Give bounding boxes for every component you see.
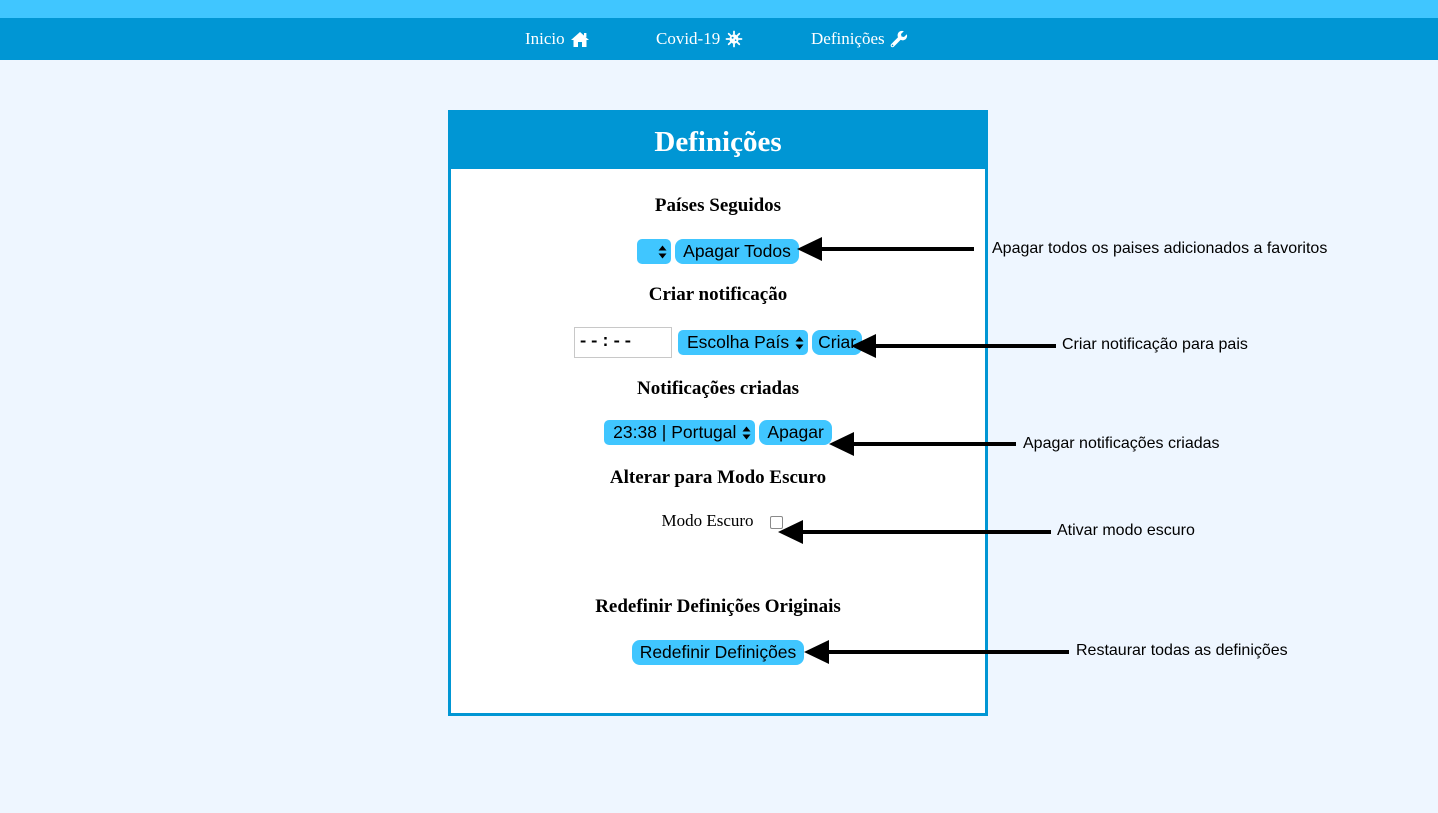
- country-select-value: Escolha País: [686, 332, 790, 352]
- nav-item-covid[interactable]: Covid-19: [656, 18, 743, 60]
- nav-item-label: Inicio: [525, 29, 565, 48]
- home-icon: [570, 31, 589, 47]
- select-arrows-icon: [657, 245, 667, 259]
- reset-title: Redefinir Definições Originais: [595, 596, 841, 617]
- navbar: Inicio Covid-19 Definições: [0, 18, 1438, 60]
- annotation-reset: Restaurar todas as definições: [1076, 642, 1288, 659]
- annotation-delete-all: Apagar todos os paises adicionados a fav…: [992, 240, 1328, 257]
- top-strip: [0, 0, 1438, 18]
- nav-item-label: Definições: [811, 29, 885, 48]
- settings-card: Definições Países Seguidos Apagar Todos …: [448, 110, 988, 716]
- delete-notification-button[interactable]: Apagar: [759, 420, 832, 445]
- nav-item-inicio[interactable]: Inicio: [525, 18, 590, 60]
- notifications-select-value: 23:38 | Portugal: [613, 422, 737, 442]
- annotation-dark-mode: Ativar modo escuro: [1057, 522, 1195, 539]
- wrench-icon: [890, 30, 907, 48]
- arrow-icon: [778, 520, 1051, 544]
- nav-item-label: Covid-19: [656, 29, 721, 48]
- arrow-icon: [829, 432, 1016, 456]
- nav-item-definicoes[interactable]: Definições: [811, 18, 908, 60]
- create-notification-title: Criar notificação: [648, 284, 788, 305]
- select-arrows-icon: [794, 336, 804, 350]
- notifications-select[interactable]: 23:38 | Portugal: [604, 420, 756, 445]
- time-input[interactable]: --:--: [573, 327, 672, 358]
- dark-mode-label: Modo Escuro: [661, 511, 754, 530]
- dark-mode-title: Alterar para Modo Escuro: [609, 467, 827, 488]
- followed-countries-title: Países Seguidos: [654, 195, 782, 216]
- followed-countries-select[interactable]: [637, 239, 672, 264]
- select-arrows-icon: [741, 426, 751, 440]
- annotation-delete-notifications: Apagar notificações criadas: [1023, 435, 1220, 452]
- annotation-create-notification: Criar notificação para pais: [1062, 336, 1248, 353]
- country-select[interactable]: Escolha País: [677, 330, 809, 355]
- arrow-icon: [851, 334, 1056, 358]
- created-notifications-title: Notificações criadas: [637, 378, 799, 399]
- virus-icon: [725, 30, 743, 48]
- card-title: Definições: [451, 113, 985, 169]
- delete-all-button[interactable]: Apagar Todos: [675, 239, 799, 264]
- arrow-icon: [797, 237, 974, 261]
- arrow-icon: [804, 640, 1069, 664]
- reset-button[interactable]: Redefinir Definições: [631, 640, 805, 665]
